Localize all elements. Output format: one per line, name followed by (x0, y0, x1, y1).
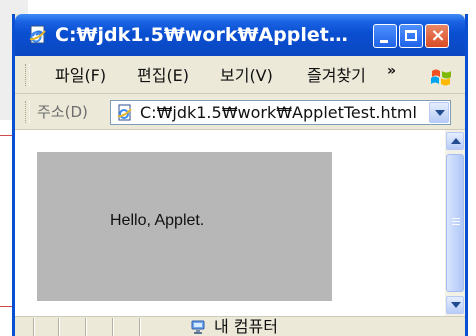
scroll-up-button[interactable] (446, 132, 464, 150)
maximize-button[interactable] (399, 24, 423, 48)
computer-icon (191, 320, 205, 334)
window-title: C:₩jdk1.5₩work₩AppletTe... (55, 24, 353, 46)
chevron-down-icon (435, 110, 445, 116)
vertical-scrollbar[interactable] (445, 130, 465, 316)
address-input[interactable]: C:₩jdk1.5₩work₩AppletTest.html (110, 100, 451, 125)
address-bar: 주소(D) C:₩jdk1.5₩work₩AppletTest.html (15, 94, 465, 130)
status-separator (112, 318, 114, 336)
menu-bar: 파일(F) 편집(E) 보기(V) 즐겨찾기 » (15, 56, 465, 94)
chevron-down-icon (451, 302, 461, 308)
toolbar-grip[interactable] (25, 101, 30, 123)
title-bar[interactable]: C:₩jdk1.5₩work₩AppletTe... × (15, 14, 465, 56)
menu-edit[interactable]: 편집(E) (137, 66, 189, 86)
page-content: Hello, Applet. (15, 130, 445, 316)
menu-more-button[interactable]: » (387, 63, 403, 79)
close-icon: × (430, 25, 446, 46)
address-value: C:₩jdk1.5₩work₩AppletTest.html (140, 103, 417, 122)
close-button[interactable]: × (425, 24, 449, 48)
status-separator (139, 318, 141, 336)
windows-flag-icon (431, 69, 451, 86)
browser-window: C:₩jdk1.5₩work₩AppletTe... × 파일(F) 편집(E)… (12, 14, 468, 336)
scroll-down-button[interactable] (446, 296, 464, 314)
page-icon (117, 104, 132, 121)
maximize-icon (405, 30, 417, 41)
menu-view[interactable]: 보기(V) (220, 66, 273, 86)
menu-favorites[interactable]: 즐겨찾기 (307, 66, 366, 86)
scrollbar-thumb[interactable] (446, 154, 464, 292)
menu-file[interactable]: 파일(F) (55, 66, 106, 86)
ie-page-icon (29, 25, 46, 44)
status-separator (85, 318, 87, 336)
applet-panel[interactable]: Hello, Applet. (37, 152, 332, 301)
minimize-icon (380, 40, 388, 43)
status-separator (58, 318, 60, 336)
status-bar: 내 컴퓨터 (15, 316, 465, 336)
address-dropdown-button[interactable] (429, 102, 449, 123)
grip-icon (452, 217, 460, 227)
minimize-button[interactable] (373, 24, 397, 48)
toolbar-grip[interactable] (25, 64, 30, 86)
screen: C:₩jdk1.5₩work₩AppletTe... × 파일(F) 편집(E)… (0, 0, 476, 336)
status-separator (33, 318, 35, 336)
zone-label: 내 컴퓨터 (214, 317, 278, 336)
address-label: 주소(D) (37, 103, 88, 121)
chevron-up-icon (451, 138, 461, 144)
applet-text: Hello, Applet. (110, 212, 205, 229)
